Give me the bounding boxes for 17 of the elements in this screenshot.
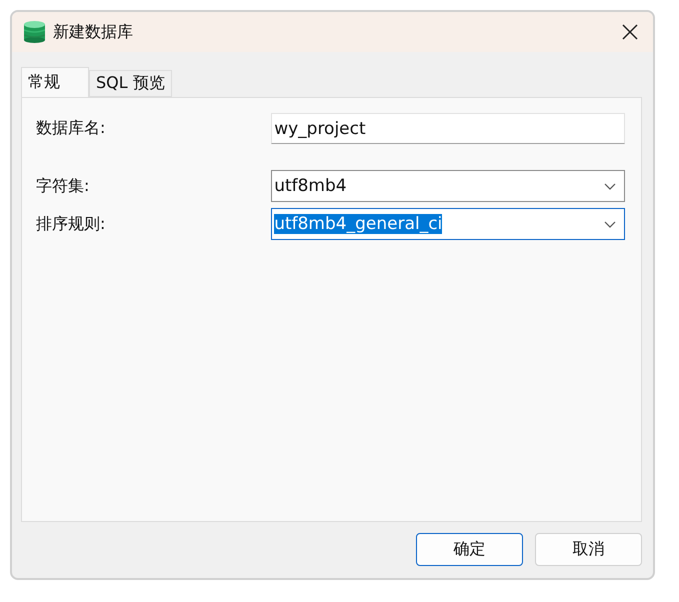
database-icon	[24, 21, 45, 43]
field-label: 字符集:	[36, 176, 90, 196]
dropdown-value: utf8mb4_general_ci	[274, 214, 442, 234]
dropdown-field[interactable]: utf8mb4_general_ci	[271, 208, 625, 240]
field-label: 数据库名:	[36, 118, 106, 139]
chevron-down-icon	[604, 182, 616, 190]
dropdown-field[interactable]: utf8mb4	[271, 170, 625, 202]
dropdown-value: utf8mb4	[274, 176, 347, 196]
tab[interactable]: 常规	[21, 67, 89, 97]
field-label: 排序规则:	[36, 214, 106, 234]
dialog-button[interactable]: 确定	[416, 533, 523, 566]
input-field[interactable]: wy_project	[271, 113, 625, 144]
dialog-button[interactable]: 取消	[535, 533, 642, 566]
window-title: 新建数据库	[53, 22, 134, 42]
tab[interactable]: SQL 预览	[89, 70, 172, 97]
close-icon	[622, 24, 638, 40]
chevron-down-icon	[604, 220, 616, 228]
